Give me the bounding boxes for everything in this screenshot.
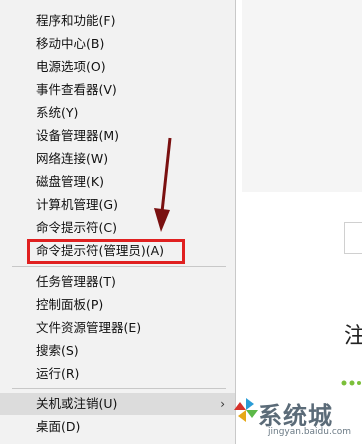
logo-pinwheel-icon [234,398,258,422]
background-text: 注 [344,324,362,349]
decorative-dots [341,380,361,386]
annotation-arrow-shaft [160,137,172,213]
background-panel [242,0,362,192]
watermark-logo-text: 系统城 [258,402,333,430]
watermark-url: jingyan.baidu.com [268,427,352,437]
background-field [344,222,362,254]
annotation-arrow-head [154,208,170,232]
